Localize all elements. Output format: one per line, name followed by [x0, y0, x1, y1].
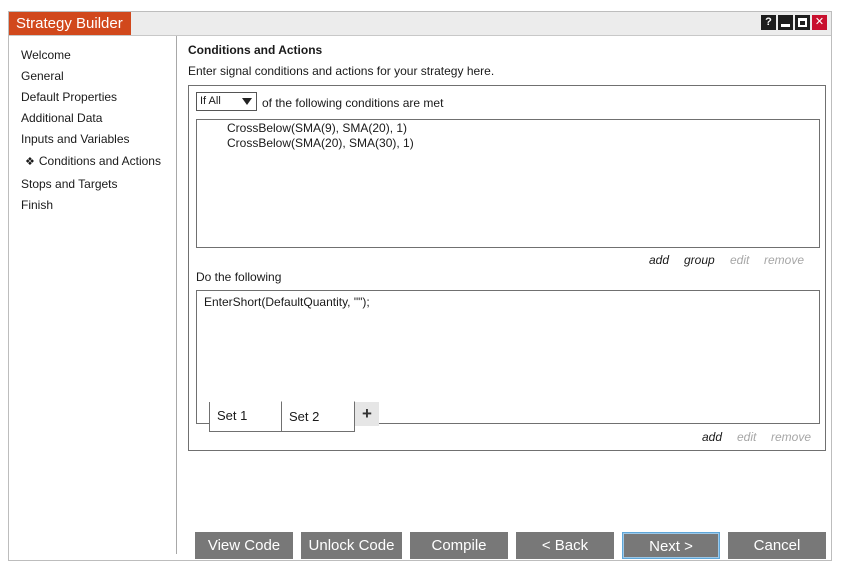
chevron-down-icon — [242, 98, 252, 105]
tab-set-2[interactable]: Set 2 — [281, 401, 355, 432]
close-icon[interactable]: ✕ — [812, 15, 827, 30]
do-following-label: Do the following — [196, 270, 282, 284]
question-icon[interactable]: ? — [761, 15, 776, 30]
selected-bullet-icon: ❖ — [25, 156, 35, 168]
group-condition-link[interactable]: group — [684, 253, 715, 267]
sidebar-item-additional-data[interactable]: Additional Data — [21, 111, 102, 125]
tab-set-1[interactable]: Set 1 — [209, 402, 282, 432]
sidebar-item-general[interactable]: General — [21, 69, 64, 83]
condition-mode-suffix: of the following conditions are met — [262, 96, 444, 110]
minimize-icon[interactable] — [778, 15, 793, 30]
sidebar-item-finish[interactable]: Finish — [21, 198, 53, 212]
condition-mode-value: If All — [200, 95, 221, 107]
cancel-button[interactable]: Cancel — [728, 532, 826, 559]
sidebar-item-label: Conditions and Actions — [38, 154, 161, 168]
sidebar-item-default-properties[interactable]: Default Properties — [21, 90, 117, 104]
sidebar-item-welcome[interactable]: Welcome — [21, 48, 71, 62]
page-title: Conditions and Actions — [188, 43, 323, 57]
main-content: Conditions and Actions Enter signal cond… — [188, 36, 828, 559]
page-subtitle: Enter signal conditions and actions for … — [188, 64, 495, 78]
action-item[interactable]: EnterShort(DefaultQuantity, ""); — [204, 295, 370, 309]
condition-mode-select[interactable]: If All — [196, 92, 257, 111]
condition-action-links: add group edit remove — [189, 253, 825, 269]
next-button[interactable]: Next > — [622, 532, 720, 559]
window-controls: ? ✕ — [761, 15, 827, 30]
unlock-code-button[interactable]: Unlock Code — [301, 532, 402, 559]
sidebar-item-stops-and-targets[interactable]: Stops and Targets — [21, 177, 118, 191]
wizard-steps-sidebar: Welcome General Default Properties Addit… — [9, 36, 177, 554]
strategy-builder-window: Strategy Builder ? ✕ Welcome General Def… — [8, 11, 832, 561]
remove-action-link[interactable]: remove — [771, 430, 811, 444]
add-action-link[interactable]: add — [702, 430, 722, 444]
edit-condition-link[interactable]: edit — [730, 253, 749, 267]
condition-item[interactable]: CrossBelow(SMA(9), SMA(20), 1) — [227, 121, 407, 135]
sidebar-item-inputs-and-variables[interactable]: Inputs and Variables — [21, 132, 130, 146]
back-button[interactable]: < Back — [516, 532, 614, 559]
add-condition-link[interactable]: add — [649, 253, 669, 267]
edit-action-link[interactable]: edit — [737, 430, 756, 444]
action-action-links: add edit remove — [189, 430, 825, 446]
conditions-list[interactable]: CrossBelow(SMA(9), SMA(20), 1) CrossBelo… — [196, 119, 820, 248]
title-bar[interactable]: Strategy Builder ? ✕ — [9, 12, 831, 36]
condition-item[interactable]: CrossBelow(SMA(20), SMA(30), 1) — [227, 136, 414, 150]
compile-button[interactable]: Compile — [410, 532, 508, 559]
conditions-panel: If All of the following conditions are m… — [188, 85, 826, 451]
sidebar-item-conditions-and-actions[interactable]: ❖ Conditions and Actions — [25, 154, 161, 168]
maximize-icon[interactable] — [795, 15, 810, 30]
add-set-button[interactable]: + — [355, 402, 379, 426]
window-title: Strategy Builder — [9, 12, 131, 35]
remove-condition-link[interactable]: remove — [764, 253, 804, 267]
view-code-button[interactable]: View Code — [195, 532, 293, 559]
